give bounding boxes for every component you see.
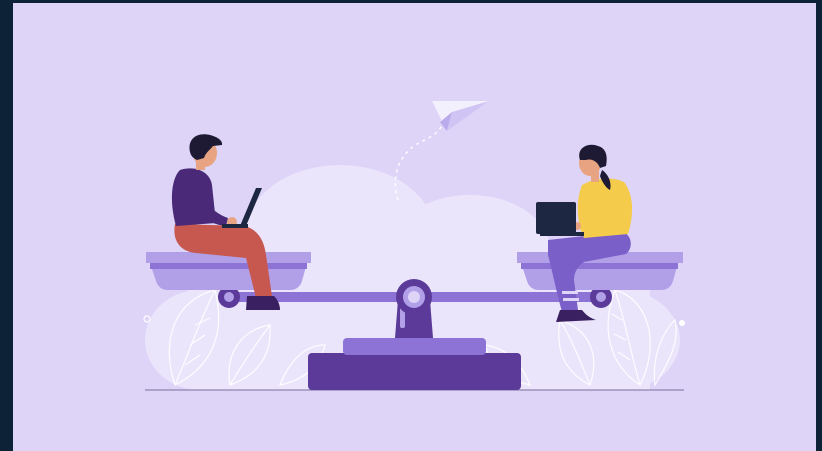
laptop-icon xyxy=(536,202,584,236)
decor-dot xyxy=(679,320,685,326)
image-frame xyxy=(0,0,822,451)
seesaw-left-tray xyxy=(146,252,311,290)
decor-dot xyxy=(143,315,151,323)
balance-illustration xyxy=(143,101,685,391)
paper-plane-icon xyxy=(394,101,489,201)
